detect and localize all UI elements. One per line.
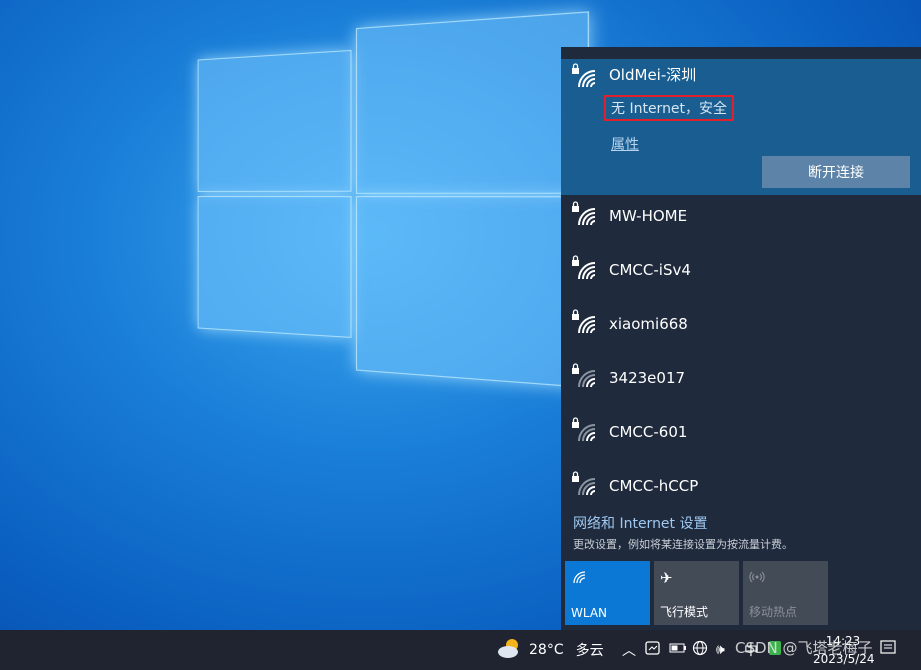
logo-pane [355,11,590,194]
weather-description: 多云 [575,643,604,659]
show-hidden-icons-button[interactable]: ︿ [622,630,636,670]
wlan-toggle-button[interactable]: WLAN [565,561,650,625]
network-name: CMCC-601 [609,423,688,441]
network-list-item[interactable]: xiaomi668 [561,305,921,359]
logo-pane [197,49,352,192]
network-name: CMCC-iSv4 [609,261,691,279]
globe-icon [692,640,708,660]
connected-network[interactable]: OldMei-深圳 无 Internet，安全 属性 断开连接 [561,59,921,195]
network-settings-description: 更改设置，例如将某连接设置为按流量计费。 [573,538,793,551]
speaker-icon: 🕪 [716,642,725,658]
network-name: CMCC-hCCP [609,477,699,495]
network-list-item[interactable]: CMCC-601 [561,413,921,467]
airplane-mode-button[interactable]: ✈ 飞行模式 [654,561,739,625]
network-name: 3423e017 [609,369,686,387]
volume-tray-icon[interactable]: 🕪 [716,630,725,670]
weather-temperature: 28°C [529,642,564,658]
network-name: MW-HOME [609,207,688,225]
notification-center-button[interactable] [880,630,898,670]
secured-wifi-icon [571,417,599,445]
network-tray-icon[interactable] [692,630,708,670]
mobile-hotspot-label: 移动热点 [749,605,798,619]
network-list-item[interactable]: MW-HOME [561,197,921,251]
network-settings-link[interactable]: 网络和 Internet 设置 [573,513,708,533]
secured-wifi-icon [571,201,599,229]
wlan-label: WLAN [571,606,608,620]
network-name: xiaomi668 [609,315,688,333]
hotspot-icon [749,569,765,589]
disconnect-button[interactable]: 断开连接 [762,156,910,188]
battery-icon [669,642,687,658]
weather-widget[interactable]: 28°C 多云 [497,630,604,670]
windows-logo-wallpaper [190,0,597,415]
network-list-item[interactable]: 3423e017 [561,359,921,413]
connection-status-text: 无 Internet，安全 [604,95,735,121]
secured-wifi-icon [571,63,599,91]
connected-network-name: OldMei-深圳 [609,66,697,84]
mobile-hotspot-button[interactable]: 移动热点 [743,561,828,625]
battery-tray-icon[interactable] [669,630,687,670]
chevron-up-icon: ︿ [622,643,636,659]
network-flyout: OldMei-深圳 无 Internet，安全 属性 断开连接 MW-HOME C… [561,47,921,630]
properties-link[interactable]: 属性 [611,134,639,154]
secured-wifi-icon [571,255,599,283]
airplane-icon: ✈ [660,569,673,587]
cloudy-weather-icon [497,637,523,663]
logo-pane [355,196,590,389]
secured-wifi-icon [571,363,599,391]
secured-wifi-icon [571,309,599,337]
notification-icon [880,640,898,660]
wifi-icon [571,569,587,589]
logo-pane [197,196,352,338]
security-tray-icon[interactable] [645,630,661,670]
shield-icon [645,640,661,660]
airplane-mode-label: 飞行模式 [660,605,709,619]
watermark-text: CSDN @飞塔老梅子 [735,639,873,657]
secured-wifi-icon [571,471,599,499]
network-list-item[interactable]: CMCC-iSv4 [561,251,921,305]
